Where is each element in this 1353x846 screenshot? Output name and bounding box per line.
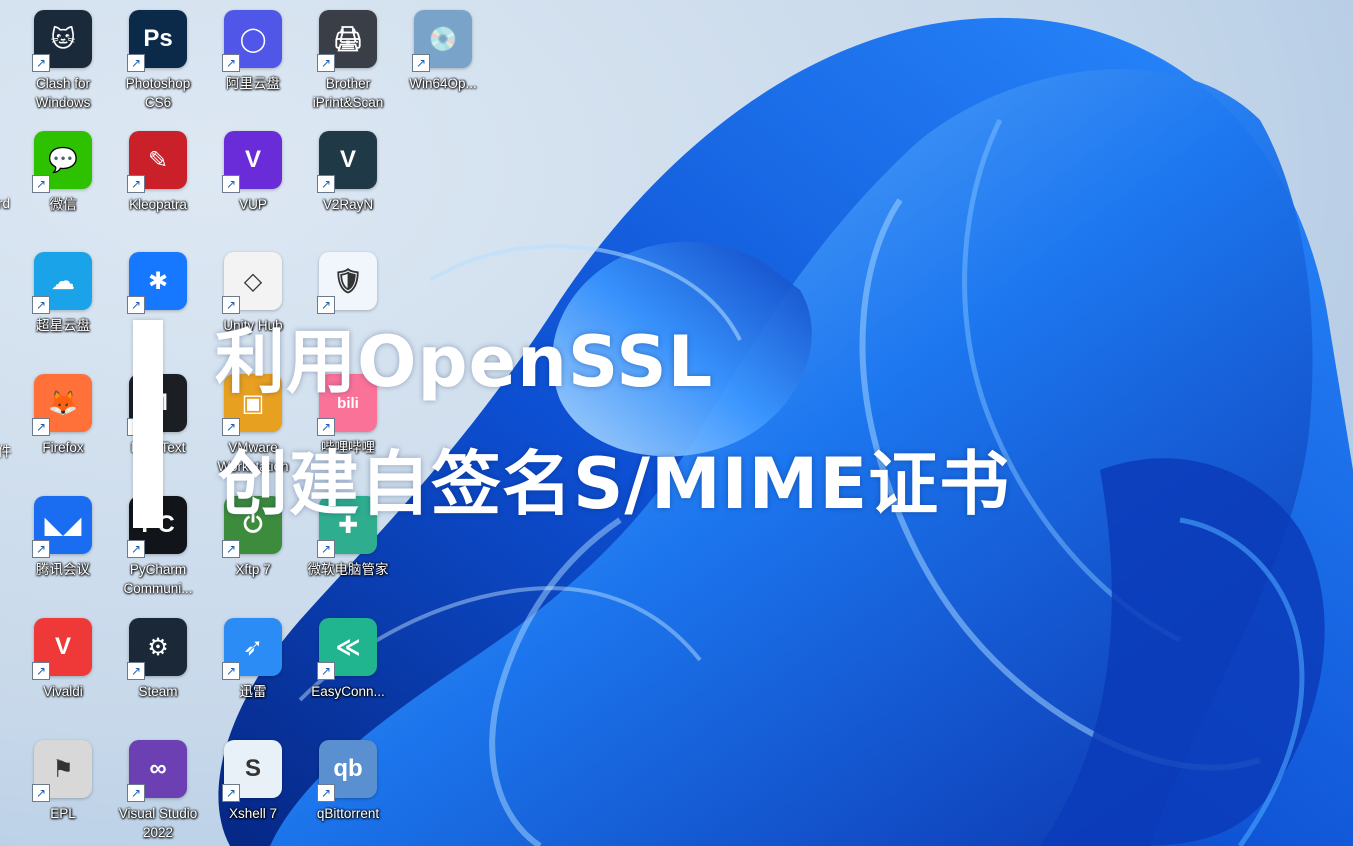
desktop-icon-label: 腾讯会议 (36, 562, 90, 577)
desktop-icon-label: EPL (50, 806, 76, 821)
desktop-icon-steam[interactable]: ⚙ ↗ Steam (111, 618, 205, 738)
shortcut-arrow-icon: ↗ (32, 54, 50, 72)
shortcut-arrow-icon: ↗ (32, 784, 50, 802)
desktop-icon-wechat[interactable]: 💬 ↗ 微信 (16, 131, 110, 251)
shortcut-arrow-icon: ↗ (32, 175, 50, 193)
shortcut-arrow-icon: ↗ (32, 296, 50, 314)
desktop-icon-label: Kleopatra (129, 197, 187, 212)
desktop-icon-kleopatra[interactable]: ✎ ↗ Kleopatra (111, 131, 205, 251)
shortcut-arrow-icon: ↗ (222, 662, 240, 680)
desktop-icon-firefox[interactable]: 🦊 ↗ Firefox (16, 374, 110, 494)
desktop-icon-installer[interactable]: 💿 ↗ Win64Op... (396, 10, 490, 130)
desktop-icon-cloud-drive[interactable]: ☁ ↗ 超星云盘 (16, 252, 110, 372)
shortcut-arrow-icon: ↗ (222, 418, 240, 436)
shortcut-arrow-icon: ↗ (317, 296, 335, 314)
shortcut-arrow-icon: ↗ (222, 784, 240, 802)
shortcut-arrow-icon: ↗ (317, 662, 335, 680)
desktop-icon-label: V2RayN (322, 197, 374, 212)
cut-off-icon-label: rd (0, 196, 11, 211)
shortcut-arrow-icon: ↗ (412, 54, 430, 72)
shortcut-arrow-icon: ↗ (32, 662, 50, 680)
shortcut-arrow-icon: ↗ (317, 784, 335, 802)
shortcut-arrow-icon: ↗ (32, 540, 50, 558)
desktop-icon-label: Visual Studio 2022 (118, 806, 198, 840)
desktop-icon-thunder[interactable]: ➶ ↗ 迅雷 (206, 618, 300, 738)
desktop-icon-label: Brother iPrint&Scan (312, 76, 384, 110)
shortcut-arrow-icon: ↗ (222, 296, 240, 314)
desktop-icon-label: 微软电脑管家 (307, 562, 389, 577)
desktop-icon-label: 超星云盘 (36, 318, 90, 333)
desktop-icon-qbittorrent[interactable]: qb ↗ qBittorrent (301, 740, 395, 846)
shortcut-arrow-icon: ↗ (317, 175, 335, 193)
overlay-title-line-1: 利用OpenSSL (215, 321, 714, 403)
desktop-icon-label: qBittorrent (316, 806, 380, 821)
desktop-icon-vivaldi[interactable]: V ↗ Vivaldi (16, 618, 110, 738)
desktop-icon-photoshop[interactable]: Ps ↗ Photoshop CS6 (111, 10, 205, 130)
desktop-icon-label: 迅雷 (239, 684, 267, 699)
shortcut-arrow-icon: ↗ (317, 540, 335, 558)
desktop-icon-aliyun-drive[interactable]: ◯ ↗ 阿里云盘 (206, 10, 300, 130)
shortcut-arrow-icon: ↗ (127, 662, 145, 680)
desktop-icon-label: Xshell 7 (228, 806, 278, 821)
shortcut-arrow-icon: ↗ (127, 540, 145, 558)
desktop-icon-label: VUP (239, 197, 267, 212)
desktop-icon-v2rayn[interactable]: V ↗ V2RayN (301, 131, 395, 251)
cut-off-icon-label: 件 (0, 444, 12, 459)
desktop-icon-tencent-meeting[interactable]: ◣◢ ↗ 腾讯会议 (16, 496, 110, 616)
shortcut-arrow-icon: ↗ (127, 54, 145, 72)
desktop-icon-label: PyCharm Communi... (123, 562, 193, 596)
desktop-icon-label: Firefox (42, 440, 84, 455)
desktop-icon-cat[interactable]: 🐱 ↗ Clash for Windows (16, 10, 110, 130)
desktop-icon-label: Clash for Windows (35, 76, 91, 110)
shortcut-arrow-icon: ↗ (222, 540, 240, 558)
desktop-icon-label: 微信 (49, 197, 77, 212)
overlay-accent-bar (133, 320, 163, 528)
desktop-icon-label: Steam (138, 684, 178, 699)
desktop-icon-label: EasyConn... (311, 684, 385, 699)
desktop-icon-label: Xftp 7 (235, 562, 271, 577)
shortcut-arrow-icon: ↗ (222, 54, 240, 72)
desktop-icon-xshell[interactable]: S ↗ Xshell 7 (206, 740, 300, 846)
desktop-icon-label: Vivaldi (43, 684, 83, 699)
desktop-icon-epl[interactable]: ⚑ ↗ EPL (16, 740, 110, 846)
shortcut-arrow-icon: ↗ (32, 418, 50, 436)
desktop-icon-printer[interactable]: 🖨 ↗ Brother iPrint&Scan (301, 10, 395, 130)
shortcut-arrow-icon: ↗ (127, 784, 145, 802)
desktop-icon-label: Photoshop CS6 (125, 76, 191, 110)
desktop-icon-vup[interactable]: V ↗ VUP (206, 131, 300, 251)
shortcut-arrow-icon: ↗ (317, 54, 335, 72)
desktop-icon-label: 阿里云盘 (226, 76, 280, 91)
overlay-title-line-2: 创建自签名S/MIME证书 (218, 443, 1011, 525)
desktop-icon-visual-studio[interactable]: ∞ ↗ Visual Studio 2022 (111, 740, 205, 846)
desktop-icon-label: Win64Op... (409, 76, 477, 91)
shortcut-arrow-icon: ↗ (127, 175, 145, 193)
shortcut-arrow-icon: ↗ (127, 296, 145, 314)
shortcut-arrow-icon: ↗ (222, 175, 240, 193)
desktop-icon-easyconnect[interactable]: ≪ ↗ EasyConn... (301, 618, 395, 738)
shortcut-arrow-icon: ↗ (317, 418, 335, 436)
desktop: 🐱 ↗ Clash for Windows Ps ↗ Photoshop CS6 ◯ ↗ 阿里云… (0, 0, 1353, 846)
